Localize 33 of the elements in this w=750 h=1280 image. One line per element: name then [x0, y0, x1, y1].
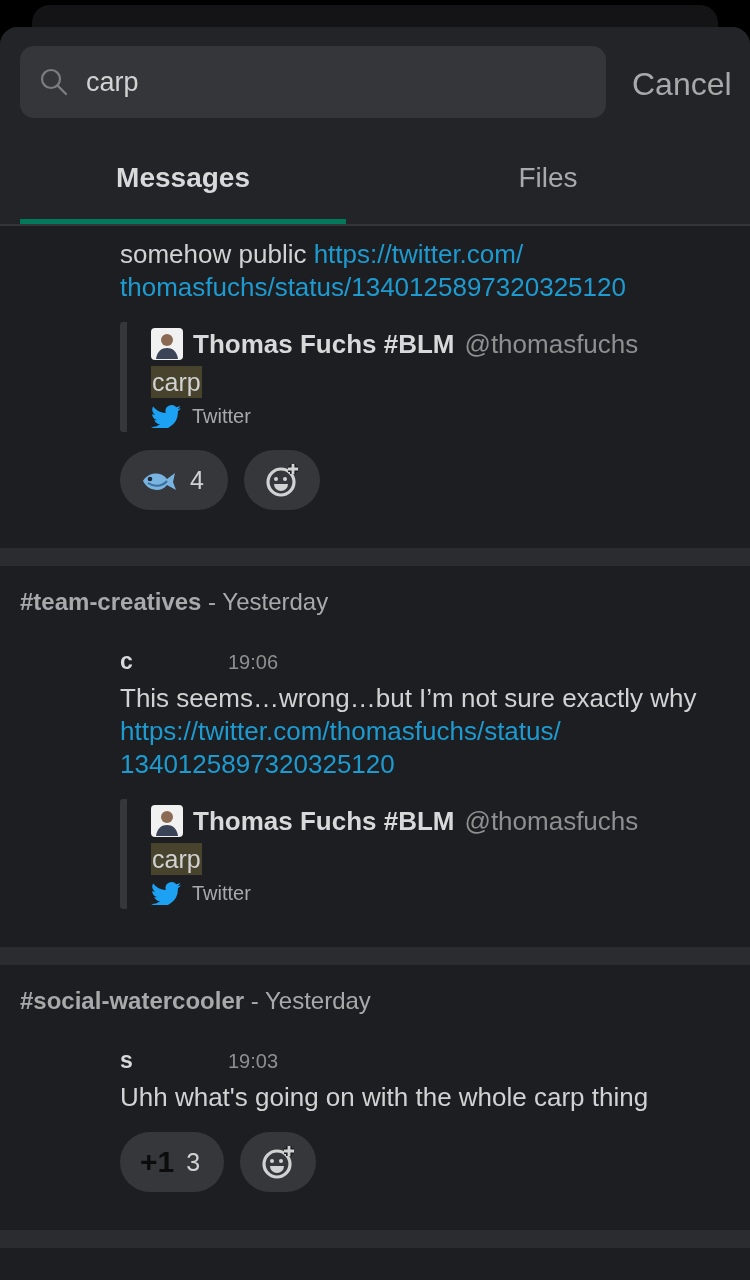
cancel-button[interactable]: Cancel	[606, 65, 732, 103]
bird-icon	[151, 404, 181, 428]
preview-text: carp	[151, 366, 202, 398]
avatar-icon	[151, 328, 183, 360]
author-name[interactable]: c	[120, 648, 228, 675]
search-input[interactable]: carp	[86, 66, 566, 98]
preview-author: Thomas Fuchs #BLM	[193, 328, 455, 360]
link[interactable]: 1340125897320325120	[120, 749, 395, 779]
search-icon	[40, 68, 68, 96]
link[interactable]: https://twitter.com/	[313, 239, 524, 269]
message-text: This seems…wrong…but I’m not sure exactly why https://twitter.com/thomasfuchs/status/ 1340125897320325120	[120, 682, 698, 781]
preview-text: carp	[151, 843, 202, 875]
timestamp: 19:03	[228, 1050, 279, 1073]
preview-source: Twitter	[192, 881, 251, 905]
result-header: #team-creatives - Yesterday	[20, 588, 329, 615]
preview-source: Twitter	[192, 404, 251, 428]
link[interactable]: https://twitter.com/thomasfuchs/status/	[120, 716, 561, 746]
add-reaction-icon	[260, 1145, 297, 1179]
avatar-icon	[151, 805, 183, 837]
timestamp: 19:06	[228, 651, 279, 674]
author-name[interactable]: s	[120, 1047, 228, 1074]
link[interactable]: thomasfuchs/status/1340125897320325120	[120, 272, 626, 302]
reaction-button[interactable]: 4	[120, 450, 228, 510]
bird-icon	[151, 881, 181, 905]
preview-handle: @thomasfuchs	[464, 805, 639, 837]
preview-author: Thomas Fuchs #BLM	[193, 805, 455, 837]
tab[interactable]: Files	[346, 148, 750, 224]
add-reaction-icon	[263, 463, 300, 497]
message-text: Uhh what's going on with the whole carp thing	[120, 1081, 650, 1114]
message-text: somehow public https://twitter.com/ thomasfuchs/status/1340125897320325120	[120, 238, 627, 304]
result-header: #social-watercooler - Yesterday	[20, 987, 371, 1014]
preview-handle: @thomasfuchs	[464, 328, 639, 360]
search-field[interactable]: carp	[20, 46, 606, 118]
